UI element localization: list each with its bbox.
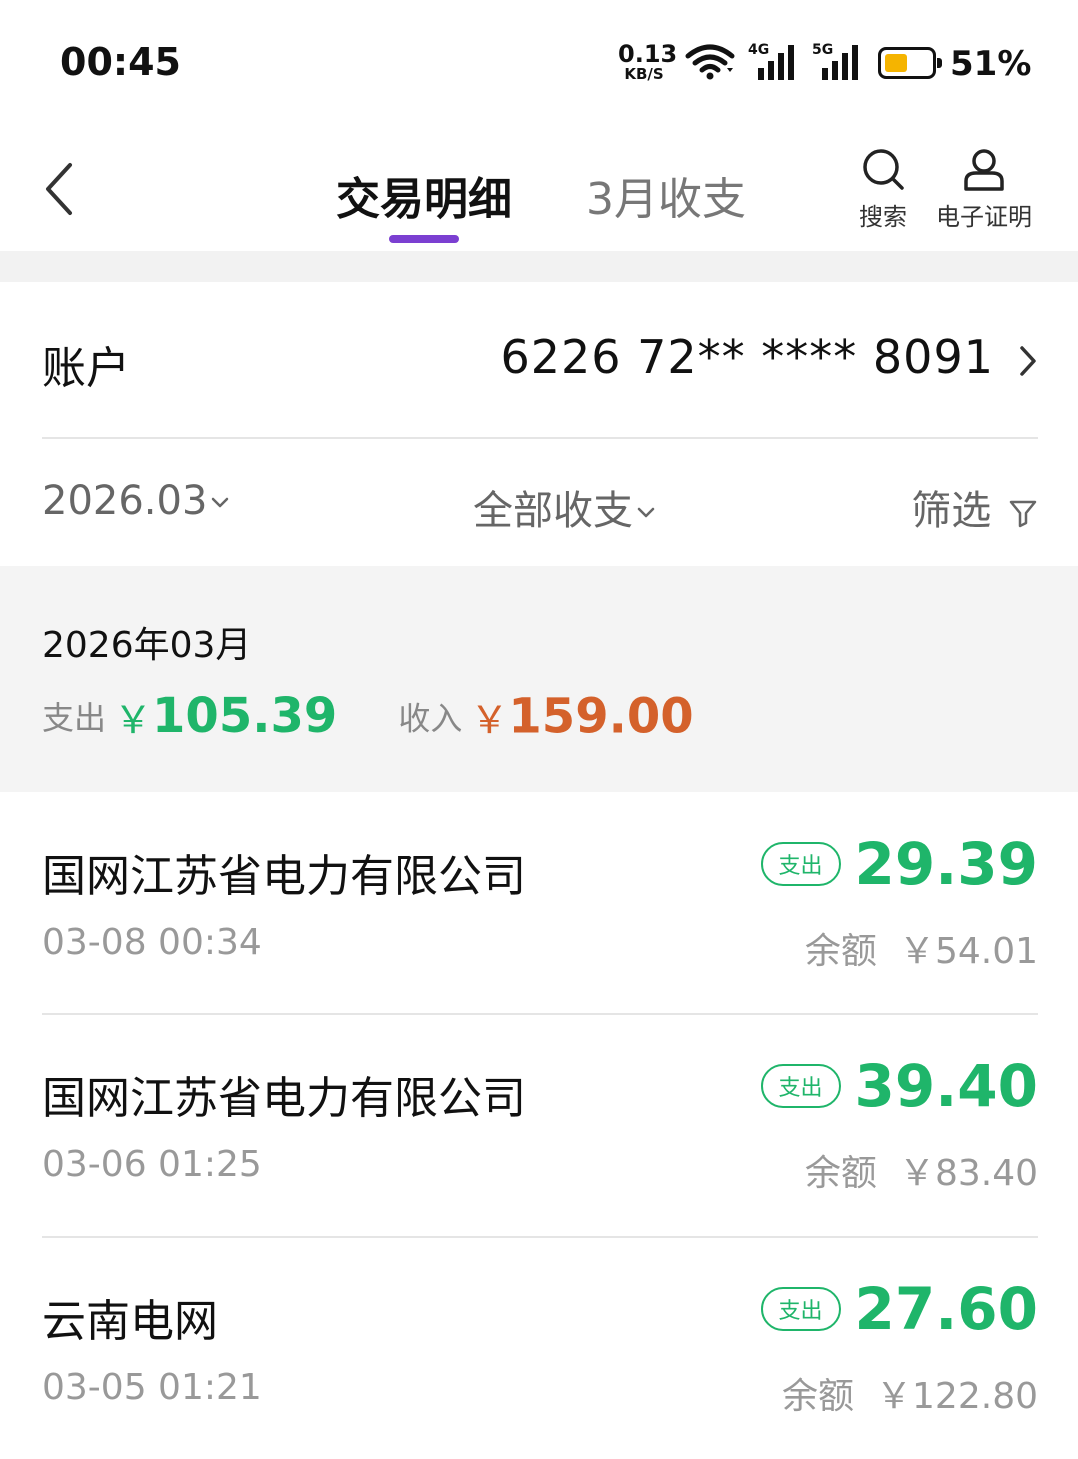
signal-4g-icon: 4G [748,42,800,82]
filter-funnel-icon [1009,500,1037,528]
transaction-amount: 39.40 [854,1052,1038,1120]
section-separator [0,251,1078,282]
expense-currency: ￥ [114,697,153,742]
divider [42,437,1038,439]
transaction-item[interactable]: 国网江苏省电力有限公司 支出 29.39 03-08 00:34 余额 ￥54.01 [0,792,1078,1014]
expense-total: 105.39 [152,688,338,744]
expense-badge: 支出 [760,1064,841,1108]
income-total: 159.00 [508,688,694,744]
balance-label: 余额 [804,931,877,972]
battery-icon [878,47,942,79]
transaction-amount-group: 支出 27.60 [760,1275,1038,1343]
transaction-balance: 余额 ￥54.01 [805,922,1038,974]
date-filter[interactable]: 2026.03 [42,478,229,524]
transaction-merchant: 国网江苏省电力有限公司 [42,851,526,902]
balance-value: ￥54.01 [898,931,1038,972]
expense-badge: 支出 [760,842,841,886]
battery-fill [885,54,907,72]
status-time: 00:45 [60,40,181,84]
tab-monthly-summary[interactable]: 3月收支 [586,163,746,227]
screen-filter-label: 筛选 [911,488,992,534]
transaction-time: 03-05 01:21 [42,1367,262,1408]
battery-percent: 51% [950,44,1032,84]
search-icon [863,149,904,190]
chevron-down-icon [212,497,229,508]
search-label: 搜索 [859,203,907,231]
wifi-icon [685,44,735,84]
balance-label: 余额 [782,1376,855,1417]
income-currency: ￥ [470,697,509,742]
screen-filter[interactable]: 筛选 [911,478,1038,536]
transaction-item[interactable]: 国网江苏省电力有限公司 支出 39.40 03-06 01:25 余额 ￥83.40 [0,1014,1078,1236]
transaction-merchant: 云南电网 [42,1296,218,1347]
expense-badge: 支出 [760,1287,841,1331]
account-number: 6226 72** **** 8091 [500,330,994,384]
back-button[interactable] [40,159,90,219]
transaction-balance: 余额 ￥122.80 [782,1367,1038,1419]
network-speed-unit: KB/S [624,65,664,83]
chevron-left-icon [46,163,72,215]
transaction-amount: 27.60 [854,1275,1038,1343]
transaction-time: 03-06 01:25 [42,1144,262,1185]
type-filter[interactable]: 全部收支 [473,478,655,536]
chevron-down-icon [637,507,655,518]
user-certificate-icon [964,149,1004,191]
network-speed: 0.13 KB/S [618,40,678,83]
type-filter-label: 全部收支 [473,488,633,534]
monthly-summary: 2026年03月 支出 ￥105.39 收入 ￥159.00 [0,566,1078,792]
summary-month: 2026年03月 [42,625,252,666]
transaction-amount: 29.39 [854,830,1038,898]
transaction-amount-group: 支出 29.39 [760,830,1038,898]
active-tab-indicator [389,235,459,243]
income-label: 收入 [398,699,463,737]
expense-label: 支出 [42,699,107,737]
search-button[interactable]: 搜索 [852,147,914,232]
balance-value: ￥122.80 [876,1376,1038,1417]
e-certificate-button[interactable]: 电子证明 [928,147,1040,232]
status-bar: 00:45 0.13 KB/S 4G 5G 51% [0,0,1078,125]
transaction-merchant: 国网江苏省电力有限公司 [42,1073,526,1124]
summary-totals: 支出 ￥105.39 收入 ￥159.00 [42,688,694,744]
chevron-right-icon [1018,344,1038,382]
signal-5g-icon: 5G [812,42,864,82]
account-label: 账户 [42,343,130,394]
account-selector[interactable]: 账户 6226 72** **** 8091 [0,282,1078,438]
tab-transaction-details[interactable]: 交易明细 [336,163,512,227]
header: 交易明细 3月收支 搜索 电子证明 [0,125,1078,251]
e-certificate-label: 电子证明 [936,203,1032,231]
transaction-balance: 余额 ￥83.40 [805,1144,1038,1196]
transaction-amount-group: 支出 39.40 [760,1052,1038,1120]
transaction-item[interactable]: 云南电网 支出 27.60 03-05 01:21 余额 ￥122.80 [0,1237,1078,1459]
network-speed-value: 0.13 [618,40,678,68]
balance-value: ￥83.40 [898,1153,1038,1194]
filter-bar: 2026.03 全部收支 筛选 [0,440,1078,566]
balance-label: 余额 [804,1153,877,1194]
transaction-time: 03-08 00:34 [42,922,262,963]
date-filter-label: 2026.03 [42,478,208,524]
